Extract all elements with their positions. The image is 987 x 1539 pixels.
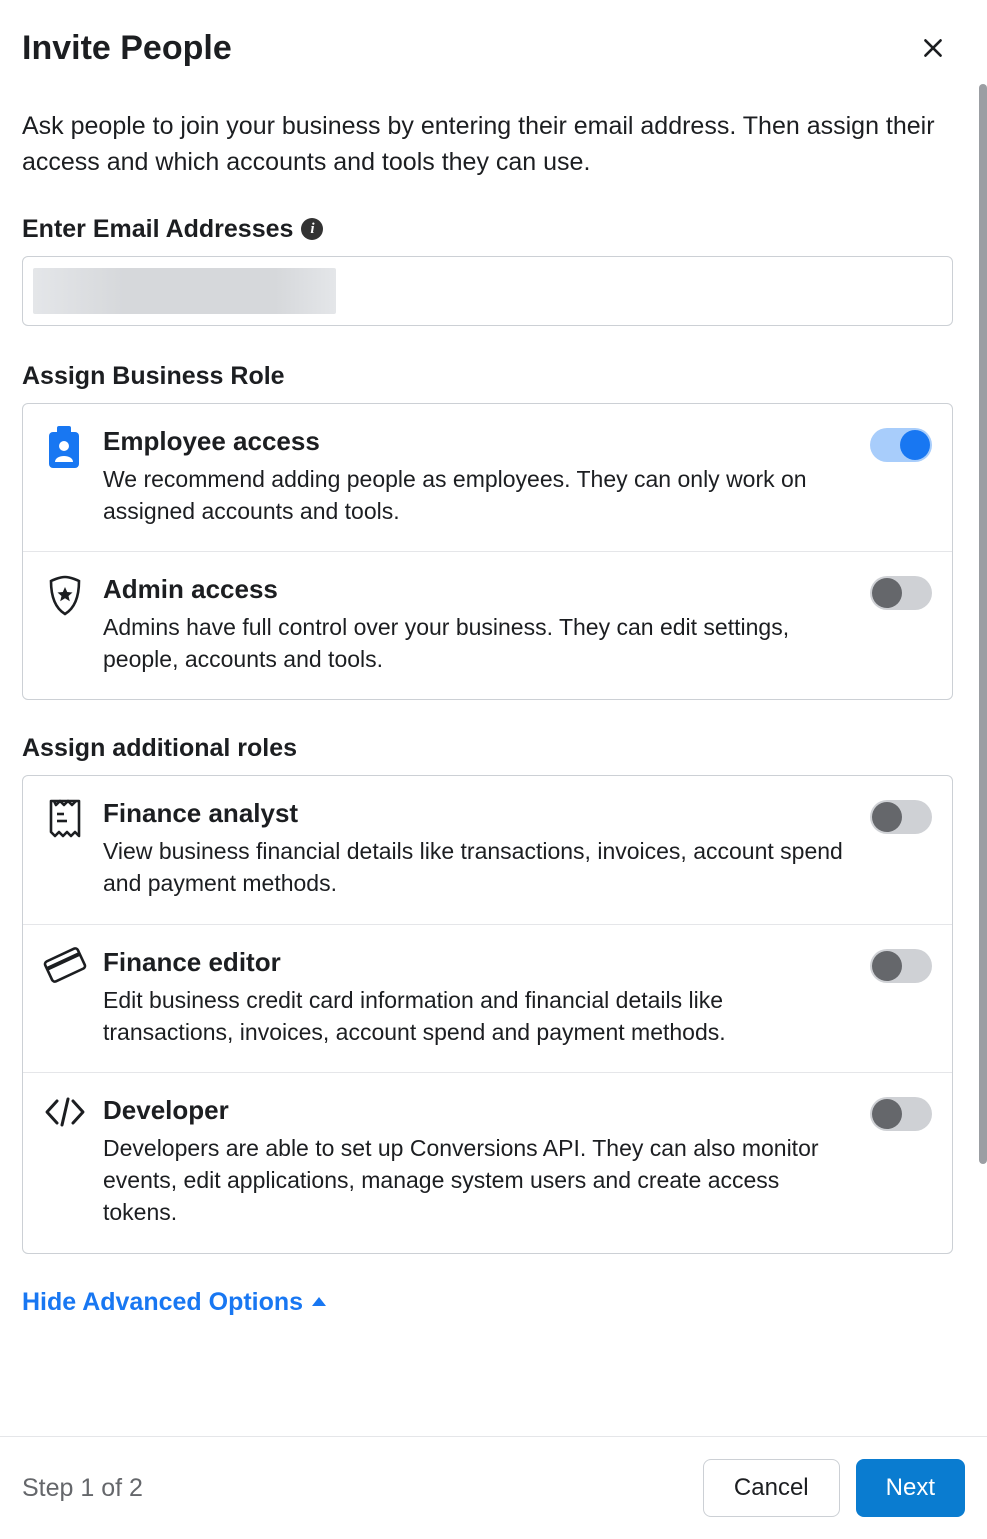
toggle-admin-access[interactable] — [870, 576, 932, 610]
receipt-icon — [43, 798, 87, 899]
modal-title: Invite People — [22, 29, 232, 68]
role-title: Admin access — [103, 574, 844, 605]
role-text: Developer Developers are able to set up … — [103, 1095, 854, 1229]
hide-advanced-options-link[interactable]: Hide Advanced Options — [22, 1288, 327, 1317]
modal-body: Invite People Ask people to join your bu… — [22, 28, 965, 1436]
role-title: Developer — [103, 1095, 844, 1126]
email-chip-redacted — [33, 268, 336, 314]
business-role-label: Assign Business Role — [22, 362, 953, 391]
role-title: Employee access — [103, 426, 844, 457]
role-title: Finance analyst — [103, 798, 844, 829]
shield-star-icon — [43, 574, 87, 675]
modal-footer: Step 1 of 2 Cancel Next — [0, 1436, 987, 1539]
additional-roles-label: Assign additional roles — [22, 734, 953, 763]
role-text: Admin access Admins have full control ov… — [103, 574, 854, 675]
role-text: Finance editor Edit business credit card… — [103, 947, 854, 1048]
role-desc: We recommend adding people as employees.… — [103, 463, 844, 527]
toggle-finance-editor[interactable] — [870, 949, 932, 983]
role-text: Finance analyst View business financial … — [103, 798, 854, 899]
role-finance-analyst: Finance analyst View business financial … — [23, 776, 952, 923]
toggle-finance-analyst[interactable] — [870, 800, 932, 834]
info-icon[interactable]: i — [301, 218, 323, 240]
role-desc: View business financial details like tra… — [103, 835, 844, 899]
footer-buttons: Cancel Next — [703, 1459, 965, 1517]
role-title: Finance editor — [103, 947, 844, 978]
caret-up-icon — [311, 1296, 327, 1308]
role-desc: Admins have full control over your busin… — [103, 611, 844, 675]
scrollbar[interactable] — [979, 84, 987, 1164]
email-input[interactable] — [22, 256, 953, 326]
email-section-label: Enter Email Addresses i — [22, 215, 953, 244]
invite-people-modal: Invite People Ask people to join your bu… — [0, 0, 987, 1539]
advanced-options-label: Hide Advanced Options — [22, 1288, 303, 1317]
close-button[interactable] — [913, 28, 953, 68]
cancel-button[interactable]: Cancel — [703, 1459, 840, 1517]
credit-card-icon — [43, 947, 87, 1048]
close-icon — [920, 35, 946, 61]
business-roles-box: Employee access We recommend adding peop… — [22, 403, 953, 701]
role-desc: Edit business credit card information an… — [103, 984, 844, 1048]
role-finance-editor: Finance editor Edit business credit card… — [23, 924, 952, 1072]
role-developer: Developer Developers are able to set up … — [23, 1072, 952, 1253]
modal-description: Ask people to join your business by ente… — [22, 108, 953, 181]
badge-person-icon — [43, 426, 87, 527]
additional-roles-box: Finance analyst View business financial … — [22, 775, 953, 1253]
role-desc: Developers are able to set up Conversion… — [103, 1132, 844, 1229]
role-admin-access: Admin access Admins have full control ov… — [23, 551, 952, 699]
next-button[interactable]: Next — [856, 1459, 965, 1517]
email-label-text: Enter Email Addresses — [22, 215, 293, 244]
role-employee-access: Employee access We recommend adding peop… — [23, 404, 952, 551]
role-text: Employee access We recommend adding peop… — [103, 426, 854, 527]
toggle-developer[interactable] — [870, 1097, 932, 1131]
toggle-employee-access[interactable] — [870, 428, 932, 462]
step-indicator: Step 1 of 2 — [22, 1474, 143, 1503]
code-icon — [43, 1095, 87, 1229]
modal-header: Invite People — [22, 28, 953, 68]
